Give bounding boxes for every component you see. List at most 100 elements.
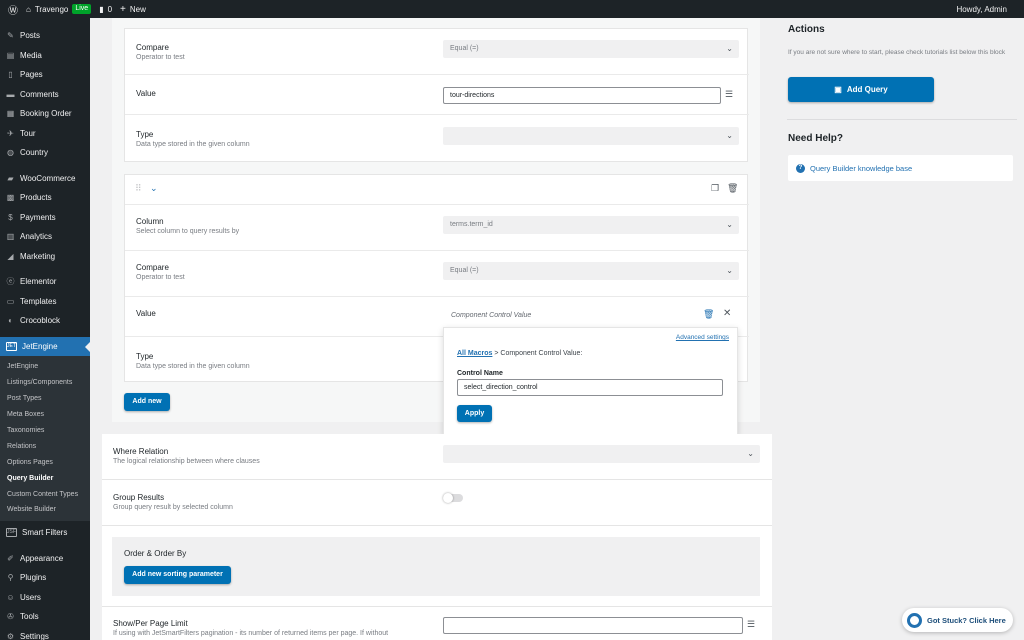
compare-label: Compare	[136, 263, 169, 272]
value-label: Value	[136, 309, 156, 318]
column-select[interactable]: terms.term_id ⌄	[443, 216, 739, 234]
submenu-item-options-pages[interactable]: Options Pages	[0, 454, 90, 470]
sidebar-item-country[interactable]: ◍ Country	[0, 143, 90, 163]
compare-select[interactable]: Equal (=) ⌄	[443, 262, 739, 280]
sidebar-item-posts[interactable]: ✎ Posts	[0, 26, 90, 46]
type-description: Data type stored in the given column	[136, 141, 250, 148]
where-relation-select[interactable]: ⌄	[443, 445, 760, 463]
sidebar-item-jetengine[interactable]: JET JetEngine	[0, 336, 90, 356]
close-icon[interactable]: ✕	[723, 308, 731, 319]
all-macros-link[interactable]: All Macros	[457, 350, 492, 357]
plus-icon: +	[120, 3, 126, 15]
compare-select[interactable]: Equal (=) ⌄	[443, 40, 739, 58]
copy-icon[interactable]: ❐	[711, 183, 719, 194]
analytics-icon: ▥	[6, 232, 15, 242]
crocoblock-icon: ◐	[8, 316, 13, 326]
submenu-item-post-types[interactable]: Post Types	[0, 391, 90, 407]
wordpress-logo-icon[interactable]: Ⓦ	[8, 2, 18, 17]
group-results-toggle[interactable]	[443, 493, 463, 503]
sidebar-item-tour[interactable]: ✈ Tour	[0, 124, 90, 144]
sidebar-item-products[interactable]: ▩ Products	[0, 188, 90, 208]
sidebar-item-media[interactable]: ▤ Media	[0, 46, 90, 66]
trash-icon[interactable]: 🗑	[703, 309, 714, 320]
per-page-input[interactable]	[443, 617, 743, 634]
chevron-down-icon: ⌄	[726, 220, 733, 229]
sidebar-item-templates[interactable]: ▭ Templates	[0, 292, 90, 312]
pages-icon: ▯	[8, 70, 13, 80]
submenu-item-meta-boxes[interactable]: Meta Boxes	[0, 407, 90, 423]
database-macros-icon[interactable]: ☰	[747, 619, 755, 630]
add-sorting-parameter-button[interactable]: Add new sorting parameter	[124, 566, 231, 584]
drag-handle-icon[interactable]: ⠿	[135, 183, 142, 194]
where-clause-card: Compare Operator to test Equal (=) ⌄ Valu…	[124, 28, 749, 162]
jetengine-icon: JET	[6, 341, 17, 351]
apply-button[interactable]: Apply	[457, 405, 492, 422]
site-name-link[interactable]: ⌂ Travengo Live	[26, 4, 92, 14]
group-results-description: Group query result by selected column	[113, 504, 233, 511]
sidebar-item-analytics[interactable]: ▥ Analytics	[0, 227, 90, 247]
marketing-icon: ◢	[7, 251, 14, 261]
compare-description: Operator to test	[136, 274, 185, 281]
question-icon: ?	[796, 163, 805, 173]
database-macros-icon[interactable]: ☰	[725, 89, 733, 100]
compare-description: Operator to test	[136, 54, 185, 61]
order-title: Order & Order By	[124, 549, 187, 558]
knowledge-base-link[interactable]: Query Builder knowledge base	[810, 164, 912, 173]
sidebar-item-marketing[interactable]: ◢ Marketing	[0, 247, 90, 267]
trash-icon[interactable]: 🗑	[727, 183, 738, 194]
comments-link[interactable]: ▮ 0	[99, 5, 112, 14]
sidebar-item-crocoblock[interactable]: ◐ Crocoblock	[0, 311, 90, 331]
submenu-item-query-builder[interactable]: Query Builder	[0, 470, 90, 486]
sidebar-item-comments[interactable]: ▬ Comments	[0, 85, 90, 105]
jetengine-submenu: JetEngine Listings/Components Post Types Me…	[0, 356, 90, 521]
chevron-down-icon: ⌄	[726, 131, 733, 140]
new-content-link[interactable]: + New	[120, 4, 146, 15]
submenu-item-taxonomies[interactable]: Taxonomies	[0, 423, 90, 439]
sidebar-item-booking-order[interactable]: ▦ Booking Order	[0, 104, 90, 124]
sidebar-item-settings[interactable]: ⚙ Settings	[0, 626, 90, 640]
sidebar-item-smart-filters[interactable]: JSF Smart Filters	[0, 523, 90, 543]
sidebar-item-elementor[interactable]: ⓔ Elementor	[0, 272, 90, 292]
help-link-card[interactable]: ? Query Builder knowledge base	[788, 155, 1013, 181]
macro-value-field[interactable]: Component Control Value	[451, 312, 531, 319]
macros-popup: Advanced settings All Macros > Component…	[443, 327, 738, 436]
value-row: Value tour-directions ☰	[125, 75, 749, 115]
elementor-icon: ⓔ	[6, 277, 15, 287]
value-input[interactable]: tour-directions	[443, 87, 721, 104]
add-new-clause-button[interactable]: Add new	[124, 393, 170, 411]
submenu-item-website-builder[interactable]: Website Builder	[0, 502, 90, 518]
sidebar-item-plugins[interactable]: ⚲ Plugins	[0, 568, 90, 588]
compare-row: Compare Operator to test Equal (=) ⌄	[125, 251, 749, 297]
sidebar-item-tools[interactable]: ✇ Tools	[0, 607, 90, 627]
submenu-item-custom-content-types[interactable]: Custom Content Types	[0, 486, 90, 502]
submenu-item-relations[interactable]: Relations	[0, 438, 90, 454]
submenu-item-listings-components[interactable]: Listings/Components	[0, 375, 90, 391]
sidebar-item-woocommerce[interactable]: ▰ WooCommerce	[0, 169, 90, 189]
woo-icon: ▰	[7, 173, 14, 183]
got-stuck-button[interactable]: Got Stuck? Click Here	[902, 608, 1013, 632]
sidebar-item-payments[interactable]: $ Payments	[0, 208, 90, 228]
admin-bar: Ⓦ ⌂ Travengo Live ▮ 0 + New Howdy, Admin	[0, 0, 1024, 18]
howdy-account-link[interactable]: Howdy, Admin	[956, 5, 1007, 14]
order-box: Order & Order By Add new sorting paramet…	[112, 537, 760, 596]
sidebar-item-users[interactable]: ☺ Users	[0, 587, 90, 607]
control-name-input[interactable]: select_direction_control	[457, 379, 723, 396]
live-badge: Live	[72, 4, 92, 14]
chevron-down-icon[interactable]: ⌄	[150, 183, 158, 194]
group-results-row: Group Results Group query result by sele…	[102, 480, 772, 526]
plugins-icon: ⚲	[7, 573, 14, 583]
brush-icon: ✐	[7, 553, 14, 563]
submenu-item-jetengine[interactable]: JetEngine	[0, 359, 90, 375]
column-description: Select column to query results by	[136, 228, 240, 235]
type-select[interactable]: ⌄	[443, 127, 739, 145]
add-query-button[interactable]: ▣ Add Query	[788, 77, 934, 102]
group-results-label: Group Results	[113, 493, 165, 502]
advanced-settings-link[interactable]: Advanced settings	[676, 334, 729, 341]
where-relation-row: Where Relation The logical relationship …	[102, 434, 772, 480]
lifebuoy-icon	[907, 612, 922, 628]
sidebar-item-appearance[interactable]: ✐ Appearance	[0, 548, 90, 568]
sidebar-item-pages[interactable]: ▯ Pages	[0, 65, 90, 85]
globe-icon: ◍	[7, 148, 14, 158]
compare-row: Compare Operator to test Equal (=) ⌄	[125, 29, 749, 75]
comments-icon: ▬	[6, 89, 15, 99]
